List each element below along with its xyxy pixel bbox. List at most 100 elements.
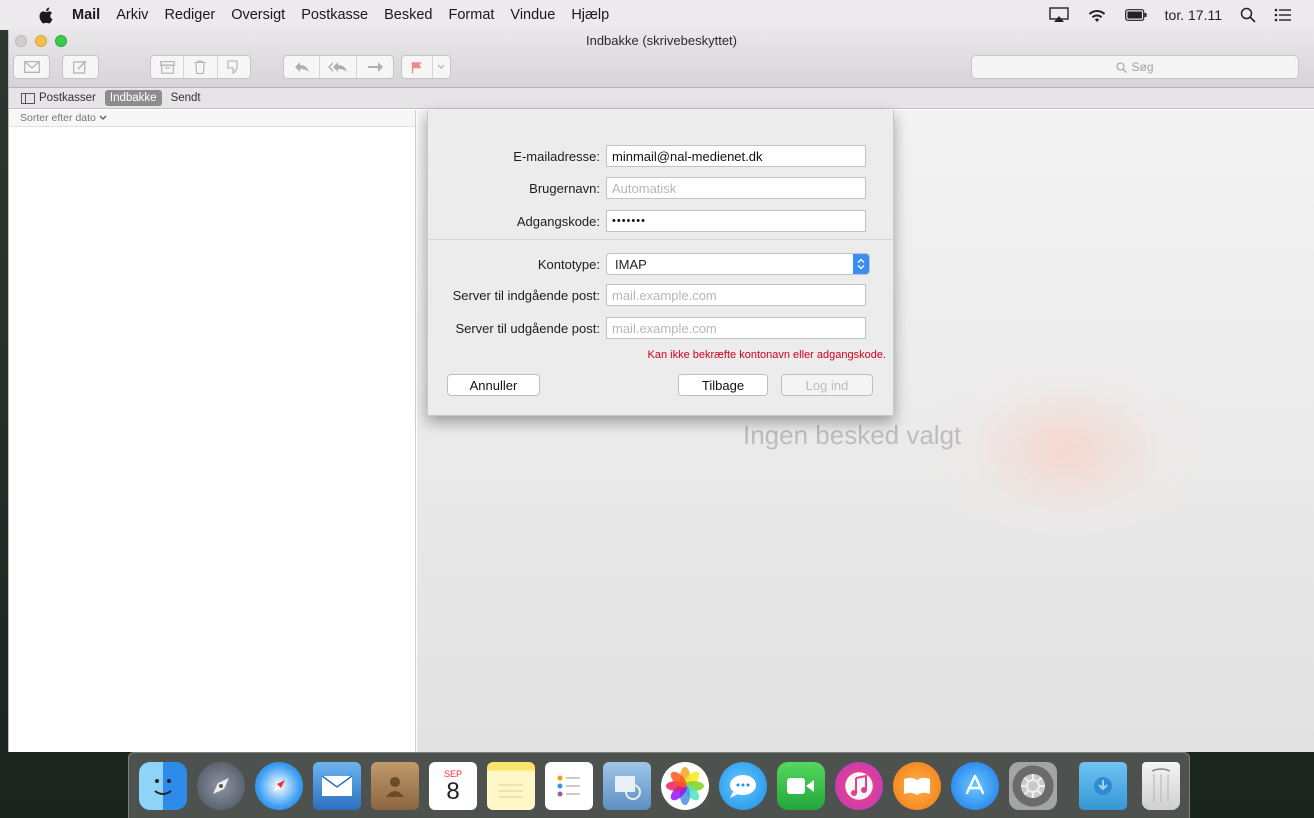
mailboxes-label: Postkasser xyxy=(39,92,96,104)
airplay-icon[interactable] xyxy=(1048,7,1069,23)
compose-icon xyxy=(73,60,87,74)
flag-icon xyxy=(411,61,422,73)
clock[interactable]: tor. 17.11 xyxy=(1165,7,1222,23)
search-placeholder: Søg xyxy=(1131,60,1154,74)
menu-hjaelp[interactable]: Hjælp xyxy=(571,7,609,23)
inbox-label: Indbakke xyxy=(109,92,157,104)
contacts-icon[interactable] xyxy=(371,761,419,810)
no-message-text: Ingen besked valgt xyxy=(743,420,962,450)
reminders-icon[interactable] xyxy=(545,761,593,810)
wifi-icon[interactable] xyxy=(1087,8,1107,23)
favorite-inbox[interactable]: Indbakke xyxy=(104,90,162,106)
username-field[interactable] xyxy=(606,177,866,199)
sidebar-icon xyxy=(21,92,35,104)
account-type-select[interactable]: IMAP xyxy=(606,253,870,275)
dock: SEP 8 xyxy=(128,752,1190,818)
spotlight-icon[interactable] xyxy=(1240,7,1256,23)
trash-icon[interactable] xyxy=(1142,761,1180,810)
archive-icon xyxy=(159,60,175,74)
mailboxes-toggle[interactable]: Postkasser xyxy=(16,92,101,104)
sheet-divider xyxy=(428,239,893,240)
outgoing-server-row: Server til udgående post: xyxy=(428,317,893,339)
menu-besked[interactable]: Besked xyxy=(384,7,432,23)
account-type-label: Kontotype: xyxy=(537,256,600,272)
sort-label: Sorter efter dato xyxy=(20,112,96,124)
email-field[interactable]: minmail@nal-medienet.dk xyxy=(606,145,866,167)
preview-icon[interactable] xyxy=(603,761,651,810)
cancel-button[interactable]: Annuller xyxy=(447,374,540,396)
menu-oversigt[interactable]: Oversigt xyxy=(231,7,285,23)
window-title: Indbakke (skrivebeskyttet) xyxy=(585,33,737,48)
favorites-bar: Postkasser Indbakke Sendt xyxy=(9,88,1314,109)
apple-menu-icon[interactable] xyxy=(38,7,58,24)
mail-window: Indbakke (skrivebeskyttet) Søg Postkasse… xyxy=(8,30,1314,752)
menu-postkasse[interactable]: Postkasse xyxy=(301,7,368,23)
mail-app-icon[interactable] xyxy=(313,761,361,810)
flag-menu-button[interactable] xyxy=(433,56,450,78)
message-list[interactable]: Sorter efter dato xyxy=(9,110,416,752)
calendar-icon[interactable]: SEP 8 xyxy=(429,761,477,810)
app-store-icon[interactable] xyxy=(951,761,999,810)
delete-button[interactable] xyxy=(184,56,218,78)
chevron-down-icon xyxy=(99,115,107,120)
menu-format[interactable]: Format xyxy=(449,7,495,23)
reply-all-button[interactable] xyxy=(320,56,357,78)
incoming-server-field[interactable] xyxy=(606,284,866,306)
menu-app-name[interactable]: Mail xyxy=(72,7,100,23)
forward-button[interactable] xyxy=(357,56,393,78)
forward-arrow-icon xyxy=(367,62,383,72)
search-field[interactable]: Søg xyxy=(971,55,1299,79)
favorite-sent[interactable]: Sendt xyxy=(166,92,206,104)
menu-rediger[interactable]: Rediger xyxy=(164,7,215,23)
reply-button[interactable] xyxy=(284,56,321,78)
battery-icon[interactable] xyxy=(1124,9,1147,21)
ibooks-icon[interactable] xyxy=(893,761,941,810)
password-label: Adgangskode: xyxy=(516,213,600,229)
password-field[interactable]: ••••••• xyxy=(606,210,866,232)
junk-button[interactable] xyxy=(218,56,250,78)
itunes-icon[interactable] xyxy=(835,761,883,810)
search-icon xyxy=(1116,61,1128,73)
mailbox-actions-group xyxy=(150,55,251,79)
photos-icon[interactable] xyxy=(661,761,709,810)
sort-menu[interactable]: Sorter efter dato xyxy=(9,110,415,127)
flag-group xyxy=(401,55,451,79)
notes-icon[interactable] xyxy=(487,761,535,810)
updown-chevron-icon xyxy=(853,254,869,274)
thumbs-down-icon xyxy=(227,60,238,74)
username-label: Brugernavn: xyxy=(529,180,600,196)
email-label: E-mailadresse: xyxy=(513,148,600,164)
menu-arkiv[interactable]: Arkiv xyxy=(116,7,148,23)
menu-vindue[interactable]: Vindue xyxy=(510,7,555,23)
downloads-folder-icon[interactable] xyxy=(1079,761,1127,810)
username-row: Brugernavn: xyxy=(428,177,893,199)
account-type-value: IMAP xyxy=(615,256,647,272)
messages-icon[interactable] xyxy=(719,761,767,810)
sent-label: Sendt xyxy=(170,92,201,104)
compose-button[interactable] xyxy=(62,55,99,79)
calendar-day: 8 xyxy=(446,777,460,805)
reply-all-icon xyxy=(328,62,348,72)
reply-actions-group xyxy=(283,55,394,79)
notification-center-icon[interactable] xyxy=(1274,8,1292,22)
account-setup-sheet: E-mailadresse: minmail@nal-medienet.dk B… xyxy=(427,110,894,416)
incoming-server-label: Server til indgående post: xyxy=(452,287,600,303)
envelope-icon xyxy=(23,61,40,73)
safari-icon[interactable] xyxy=(255,761,303,810)
flag-button[interactable] xyxy=(402,56,433,78)
back-button[interactable]: Tilbage xyxy=(678,374,768,396)
outgoing-server-label: Server til udgående post: xyxy=(455,320,600,336)
launchpad-icon[interactable] xyxy=(197,761,245,810)
finder-icon[interactable] xyxy=(139,761,187,810)
menu-bar: Mail Arkiv Rediger Oversigt Postkasse Be… xyxy=(0,0,1314,30)
calendar-month: SEP xyxy=(443,768,462,779)
archive-button[interactable] xyxy=(151,56,185,78)
account-type-row: Kontotype: IMAP xyxy=(428,253,893,275)
facetime-icon[interactable] xyxy=(777,761,825,810)
login-button[interactable]: Log ind xyxy=(781,374,873,396)
email-row: E-mailadresse: minmail@nal-medienet.dk xyxy=(428,145,893,167)
get-mail-button[interactable] xyxy=(13,55,50,79)
outgoing-server-field[interactable] xyxy=(606,317,866,339)
chevron-down-icon xyxy=(437,64,445,69)
system-preferences-icon[interactable] xyxy=(1009,761,1057,810)
